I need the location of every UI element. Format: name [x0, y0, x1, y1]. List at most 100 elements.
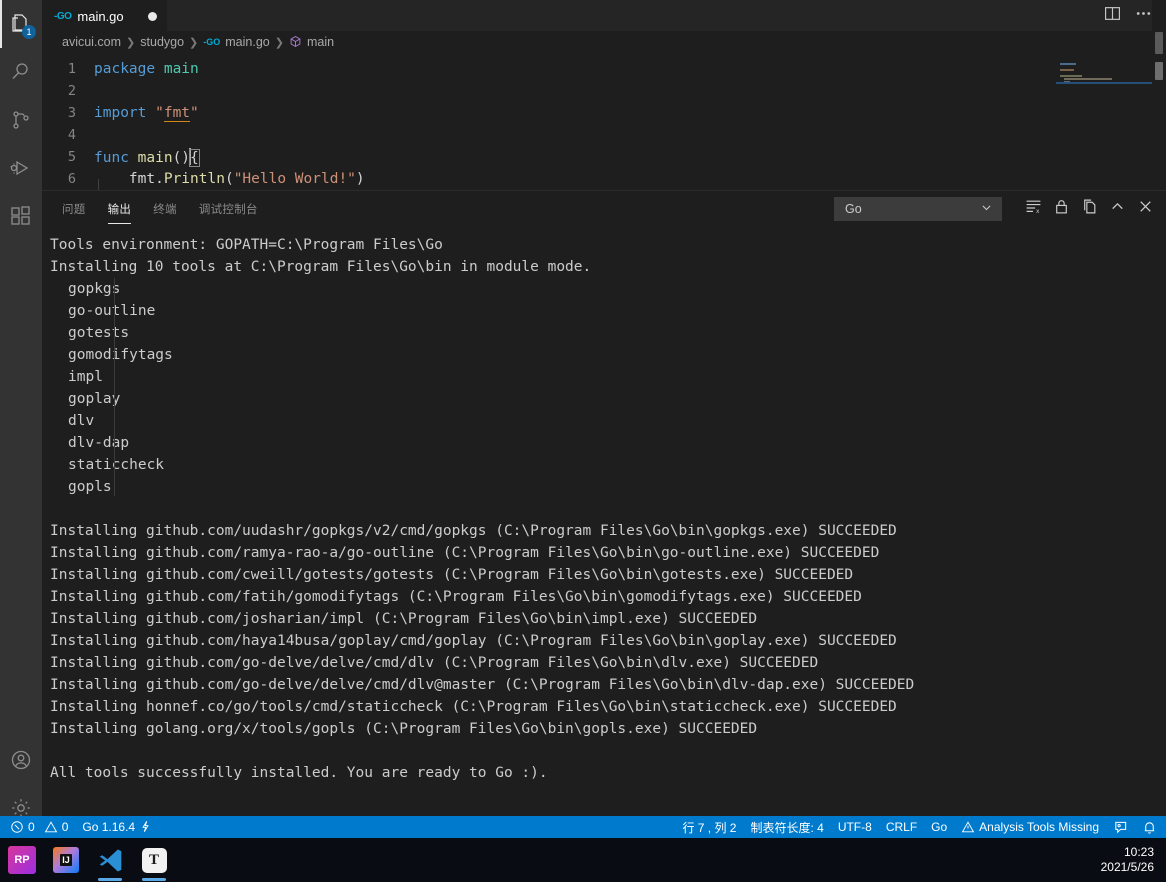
eol-status[interactable]: CRLF: [879, 816, 924, 838]
language-mode-status[interactable]: Go: [924, 816, 954, 838]
source-control-icon: [13, 111, 29, 129]
breadcrumb-item-avicui[interactable]: avicui.com: [62, 35, 121, 49]
output-line: impl: [68, 369, 103, 385]
output-line-blank: [50, 498, 1166, 520]
scrollbar-thumb[interactable]: [1155, 32, 1163, 54]
output-view[interactable]: Tools environment: GOPATH=C:\Program Fil…: [42, 226, 1166, 811]
sidebar-item-accounts[interactable]: [0, 736, 42, 784]
problems-status[interactable]: 0 0: [3, 816, 75, 838]
code-editor[interactable]: 1 package main 2 3 import "fmt" 4 5 func…: [42, 53, 1166, 190]
go-file-icon: -GO: [203, 37, 221, 47]
feedback-status[interactable]: [1106, 816, 1135, 838]
unsaved-indicator-icon[interactable]: [147, 11, 157, 21]
split-editor-icon[interactable]: [1104, 5, 1121, 27]
taskbar-rp-app[interactable]: RP: [0, 838, 44, 882]
status-bar: 0 0 Go 1.16.4 行 7 , 列 2 制表符长度: 4 UTF-8 C…: [0, 816, 1166, 838]
status-bar-right: 行 7 , 列 2 制表符长度: 4 UTF-8 CRLF Go Analysi…: [675, 816, 1166, 838]
output-line: gopls: [68, 479, 112, 495]
go-version-status[interactable]: Go 1.16.4: [75, 816, 159, 838]
rp-app-icon: RP: [8, 846, 36, 874]
bell-icon: [1144, 821, 1155, 834]
breadcrumb: avicui.com ❯ studygo ❯ -GO main.go ❯ mai…: [42, 31, 1166, 53]
vscode-icon: [99, 848, 121, 872]
output-line: Installing golang.org/x/tools/gopls (C:\…: [50, 721, 758, 737]
line-content: import "fmt": [94, 105, 199, 122]
output-line: Tools environment: GOPATH=C:\Program Fil…: [50, 237, 443, 253]
taskbar-vscode[interactable]: [88, 838, 132, 882]
warning-icon: [961, 820, 975, 835]
symbol-package-icon: [289, 35, 302, 49]
editor-tab-main-go[interactable]: -GO main.go: [42, 0, 168, 31]
encoding-status[interactable]: UTF-8: [831, 816, 879, 838]
taskbar-running-indicator: [98, 878, 122, 881]
bottom-panel: 问题 输出 终端 调试控制台 Go x Tools environment: G…: [42, 190, 1166, 810]
code-line: 3 import "fmt": [42, 102, 1166, 124]
notifications-status[interactable]: [1135, 816, 1164, 838]
taskbar-typora[interactable]: T: [132, 838, 176, 882]
vscode-window: 1 -GO main.go avicui.com ❯ studygo ❯ -GO…: [0, 0, 1166, 882]
line-number: 5: [67, 149, 76, 165]
line-number: 6: [67, 171, 76, 187]
warning-count: 0: [61, 820, 69, 834]
output-line-blank: [50, 740, 1166, 762]
activity-bar: 1: [0, 0, 42, 838]
output-line: Installing 10 tools at C:\Program Files\…: [50, 259, 592, 275]
output-line: gotests: [68, 325, 130, 341]
more-actions-icon[interactable]: [1135, 5, 1152, 27]
extensions-icon: [11, 206, 30, 225]
output-scrollbar[interactable]: [1152, 226, 1166, 811]
tab-problems[interactable]: 问题: [62, 194, 86, 223]
clear-output-button[interactable]: x: [1025, 198, 1042, 220]
lightning-icon: [139, 820, 152, 834]
output-line: goplay: [68, 391, 121, 407]
breadcrumb-item-main-symbol[interactable]: main: [307, 35, 334, 49]
lock-icon[interactable]: [1053, 198, 1070, 220]
clock-date: 2021/5/26: [1100, 860, 1154, 874]
output-line: Installing github.com/uudashr/gopkgs/v2/…: [50, 523, 897, 539]
sidebar-item-source-control[interactable]: [0, 96, 42, 144]
output-channel-select[interactable]: Go: [834, 196, 1002, 221]
tab-output[interactable]: 输出: [107, 194, 132, 224]
code-line: 5 func main(){: [42, 146, 1166, 168]
editor-scrollbar[interactable]: [1152, 0, 1166, 190]
code-line: 6 fmt.Println("Hello World!"): [42, 168, 1166, 190]
tab-debug-console[interactable]: 调试控制台: [199, 194, 258, 223]
line-content: fmt.Println("Hello World!"): [128, 171, 365, 187]
line-number: 1: [67, 61, 76, 77]
line-number: 2: [67, 83, 76, 99]
cursor-position-status[interactable]: 行 7 , 列 2: [675, 816, 743, 838]
output-line: Installing github.com/josharian/impl (C:…: [50, 611, 758, 627]
sidebar-item-extensions[interactable]: [0, 192, 42, 240]
open-editor-icon[interactable]: [1081, 198, 1098, 220]
clock-time: 10:23: [1123, 845, 1154, 859]
search-icon: [12, 63, 28, 79]
tab-terminal[interactable]: 终端: [153, 194, 177, 223]
breadcrumb-item-main-go[interactable]: main.go: [225, 35, 269, 49]
code-line: 1 package main: [42, 58, 1166, 80]
sidebar-item-search[interactable]: [0, 48, 42, 96]
panel-header: 问题 输出 终端 调试控制台 Go x: [42, 191, 1166, 226]
line-content: func main(){: [94, 148, 200, 167]
indent-status[interactable]: 制表符长度: 4: [743, 816, 830, 838]
taskbar-clock[interactable]: 10:23 2021/5/26: [1101, 845, 1166, 875]
analysis-tools-status[interactable]: Analysis Tools Missing: [954, 816, 1106, 838]
breadcrumb-separator-icon: ❯: [126, 36, 136, 49]
taskbar-intellij-idea[interactable]: IJ: [44, 838, 88, 882]
output-channel-value: Go: [845, 201, 862, 216]
typora-icon: T: [141, 847, 167, 873]
output-line: Installing github.com/haya14busa/goplay/…: [50, 633, 897, 649]
close-icon[interactable]: [1137, 198, 1154, 220]
output-line: dlv-dap: [68, 435, 130, 451]
panel-actions: Go x: [834, 196, 1166, 221]
sidebar-item-run-debug[interactable]: [0, 144, 42, 192]
sidebar-item-explorer[interactable]: 1: [0, 0, 42, 48]
output-line: Installing honnef.co/go/tools/cmd/static…: [50, 699, 897, 715]
chevron-up-icon[interactable]: [1109, 198, 1126, 220]
editor-tab-bar: -GO main.go: [42, 0, 1166, 31]
line-number: 3: [67, 105, 76, 121]
breadcrumb-item-studygo[interactable]: studygo: [140, 35, 184, 49]
intellij-idea-icon: IJ: [53, 847, 79, 873]
line-content: package main: [94, 61, 199, 77]
code-line: 2: [42, 80, 1166, 102]
output-line: go-outline: [68, 303, 156, 319]
